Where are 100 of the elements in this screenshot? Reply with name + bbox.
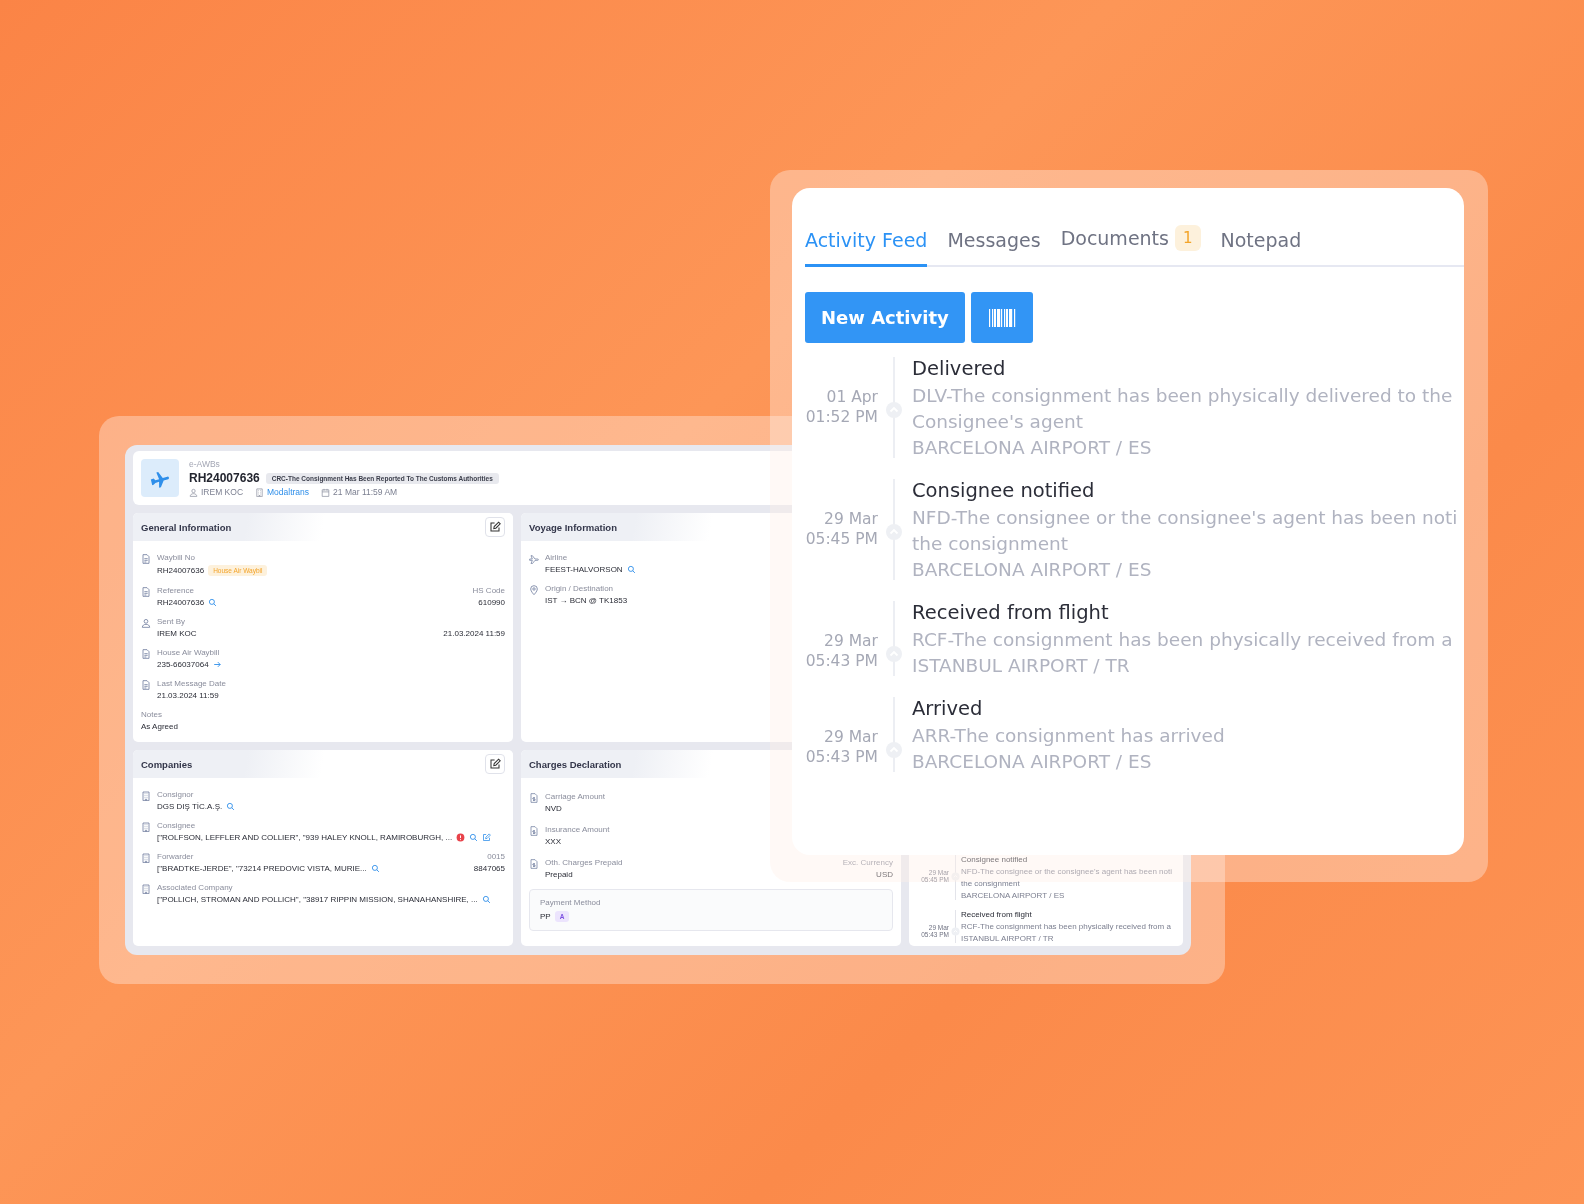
arrow-right-icon[interactable] bbox=[212, 660, 222, 669]
meta-text: 21 Mar 11:59 AM bbox=[333, 487, 398, 497]
field-value: ["POLLICH, STROMAN AND POLLICH", "38917 RIPPIN MISSION, SHANAHANSHIRE, ... bbox=[157, 895, 478, 904]
field-value: RH24007636 bbox=[157, 566, 205, 575]
activity-date: 29 Mar bbox=[823, 510, 878, 528]
tab[interactable]: Messages bbox=[947, 229, 1041, 267]
company-link[interactable]: Modaltrans bbox=[267, 487, 310, 497]
edit-icon[interactable] bbox=[482, 833, 492, 842]
field-label: Waybill No bbox=[157, 553, 195, 562]
field-label: Reference bbox=[157, 586, 194, 595]
barcode-button[interactable] bbox=[970, 292, 1033, 343]
field-value: RH24007636 bbox=[157, 598, 205, 607]
field-label: Exc. Currency bbox=[842, 858, 893, 867]
activity-date: 01 Apr bbox=[825, 388, 878, 406]
activity-text: BARCELONA AIRPORT / ES bbox=[961, 891, 1066, 900]
field-value: 610990 bbox=[478, 598, 505, 607]
field-label: HS Code bbox=[472, 586, 505, 595]
edit-icon bbox=[489, 521, 501, 533]
plane-icon bbox=[141, 459, 179, 497]
tab[interactable]: Activity Feed bbox=[805, 229, 928, 267]
field-value: As Agreed bbox=[141, 722, 178, 731]
activity-title: Delivered bbox=[912, 357, 1007, 380]
alert-icon[interactable] bbox=[456, 833, 466, 842]
activity-time: 05:43 PM bbox=[804, 748, 878, 766]
field-value: XXX bbox=[545, 837, 561, 846]
activity-time: 05:43 PM bbox=[804, 652, 878, 670]
activity-date: 29 Mar bbox=[823, 632, 878, 650]
activity-text: NFD-The consignee or the consignee's agent has been noti bbox=[912, 507, 1458, 528]
field-label: Oth. Charges Prepaid bbox=[545, 858, 623, 867]
activity-text: DLV-The consignment has been physically delivered to the bbox=[912, 385, 1453, 406]
barcode-icon bbox=[987, 307, 1016, 328]
card-title: Companies bbox=[141, 758, 193, 770]
activity-text: RCF-The consignment has been physically received from a bbox=[961, 922, 1171, 931]
field-value: 8847065 bbox=[473, 864, 505, 873]
tab[interactable]: Documents 1 bbox=[1060, 225, 1201, 267]
activity-text: ISTANBUL AIRPORT / TR bbox=[912, 655, 1131, 676]
meta-text: IREM KOC bbox=[201, 487, 244, 497]
building-icon bbox=[141, 791, 151, 801]
field-label: Payment Method bbox=[540, 898, 602, 907]
field-value: 21.03.2024 11:59 bbox=[157, 691, 219, 700]
building-icon bbox=[141, 853, 151, 863]
activity-text: ISTANBUL AIRPORT / TR bbox=[961, 934, 1055, 943]
activity-title: Consignee notified bbox=[912, 479, 1096, 502]
field-label: Consignor bbox=[157, 790, 194, 799]
field-value: ["ROLFSON, LEFFLER AND COLLIER", "939 HALEY KNOLL, RAMIROBURGH, ... bbox=[157, 833, 453, 842]
field-label: Origin / Destination bbox=[545, 584, 614, 593]
activity-time: 01:52 PM bbox=[804, 408, 878, 426]
activity-time: 05:45 PM bbox=[804, 530, 878, 548]
activity-text: ARR-The consignment has arrived bbox=[912, 725, 1225, 746]
field-label: Carriage Amount bbox=[545, 792, 606, 801]
user-icon bbox=[189, 488, 198, 497]
location-pin-icon bbox=[529, 585, 539, 595]
building-icon bbox=[141, 884, 151, 894]
count-badge: 1 bbox=[1174, 225, 1201, 251]
field-label: Insurance Amount bbox=[545, 825, 610, 834]
card-title: Charges Declaration bbox=[529, 758, 622, 770]
card-title: General Information bbox=[141, 521, 232, 533]
plane-icon bbox=[529, 554, 539, 564]
search-icon[interactable] bbox=[626, 565, 636, 574]
edit-icon bbox=[489, 758, 501, 770]
field-label: Notes bbox=[141, 710, 162, 719]
search-icon[interactable] bbox=[370, 864, 380, 873]
search-icon[interactable] bbox=[481, 895, 491, 904]
activity-text: BARCELONA AIRPORT / ES bbox=[912, 437, 1153, 458]
money-document-icon bbox=[529, 859, 539, 869]
field-value: IST → BCN @ TK1853 bbox=[545, 596, 628, 605]
field-value: PP bbox=[540, 912, 551, 921]
activity-title: Consignee notified bbox=[961, 855, 1029, 864]
field-label: Associated Company bbox=[157, 883, 233, 892]
activity-date: 29 Mar bbox=[823, 728, 878, 746]
activity-text: the consignment bbox=[912, 533, 1070, 554]
field-value: 21.03.2024 11:59 bbox=[443, 629, 505, 638]
field-value: NVD bbox=[545, 804, 562, 813]
search-icon[interactable] bbox=[469, 833, 479, 842]
field-label: Airline bbox=[545, 553, 568, 562]
edit-button[interactable] bbox=[485, 754, 505, 774]
field-value: FEEST-HALVORSON bbox=[545, 565, 623, 574]
edit-button[interactable] bbox=[485, 517, 505, 537]
activity-text: BARCELONA AIRPORT / ES bbox=[912, 559, 1153, 580]
new-activity-button[interactable]: New Activity bbox=[805, 292, 965, 343]
search-icon[interactable] bbox=[226, 802, 236, 811]
document-icon bbox=[141, 554, 151, 564]
activity-text: BARCELONA AIRPORT / ES bbox=[912, 751, 1153, 772]
activity-text: RCF-The consignment has been physically received from a bbox=[912, 629, 1453, 650]
money-document-icon bbox=[529, 826, 539, 836]
tab[interactable]: Notepad bbox=[1220, 229, 1302, 267]
field-label: House Air Waybill bbox=[157, 648, 220, 657]
field-label: Sent By bbox=[157, 617, 185, 626]
search-icon[interactable] bbox=[208, 598, 218, 607]
activity-title: Received from flight bbox=[912, 601, 1110, 624]
activity-title: Arrived bbox=[912, 697, 984, 720]
activity-text: Consignee's agent bbox=[912, 411, 1085, 432]
card-title: Voyage Information bbox=[529, 521, 617, 533]
document-icon bbox=[141, 649, 151, 659]
document-icon bbox=[141, 680, 151, 690]
field-value: Prepaid bbox=[545, 870, 573, 879]
field-label: Consignee bbox=[157, 821, 196, 830]
money-document-icon bbox=[529, 793, 539, 803]
building-icon bbox=[255, 488, 265, 497]
activity-text: NFD-The consignee or the consignee's agent has been noti bbox=[961, 867, 1172, 876]
